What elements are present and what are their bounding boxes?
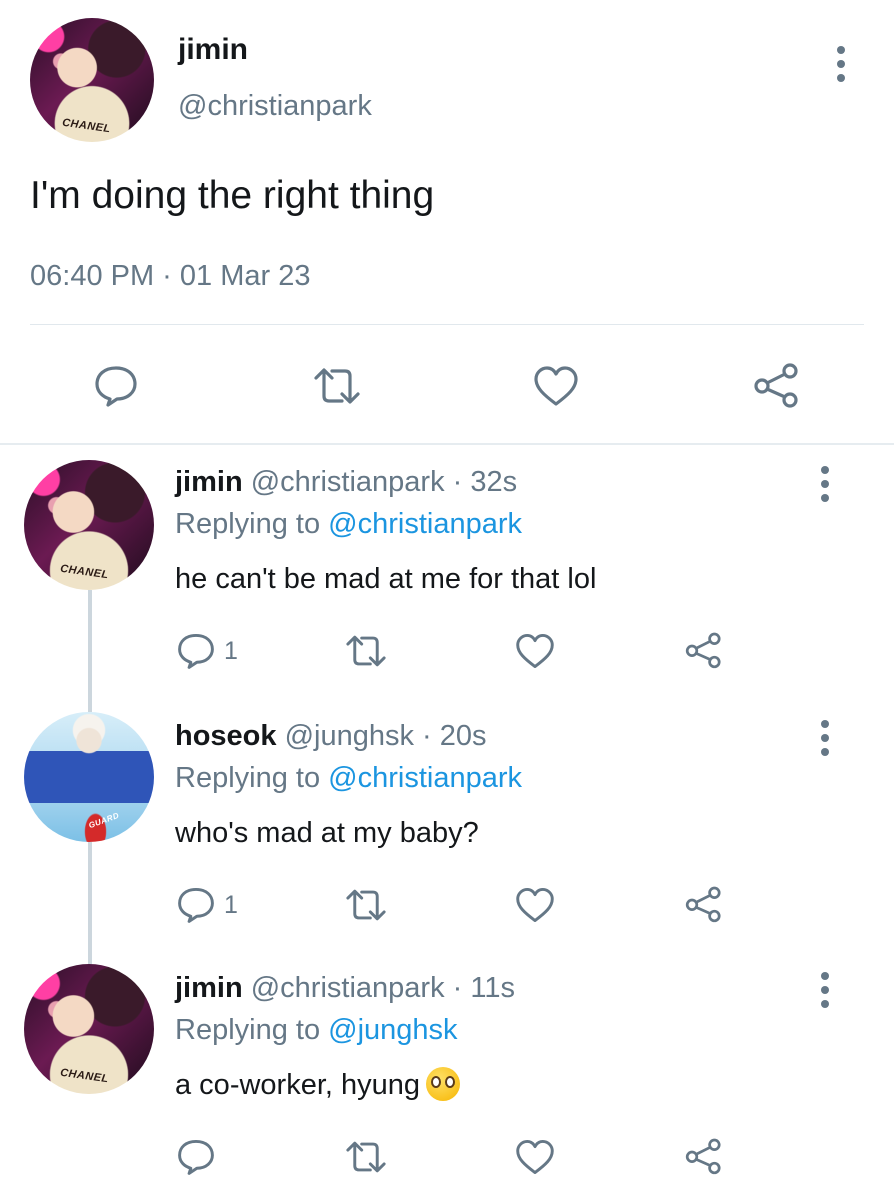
replying-to-prefix: Replying to bbox=[175, 508, 329, 540]
more-vertical-icon[interactable] bbox=[836, 46, 846, 82]
share-icon bbox=[754, 363, 798, 408]
retweet-icon bbox=[346, 1141, 386, 1173]
replying-to-handle[interactable]: @junghsk bbox=[328, 1014, 457, 1046]
reply-count: 1 bbox=[224, 890, 238, 919]
divider bbox=[30, 324, 864, 325]
reply-like-button[interactable] bbox=[514, 886, 556, 924]
avatar-label: CHANEL bbox=[59, 1066, 110, 1086]
reply-meta: @junghsk · 20s bbox=[284, 720, 487, 752]
reply-share-button[interactable] bbox=[684, 1136, 724, 1176]
reply-like-button[interactable] bbox=[514, 632, 556, 670]
main-timestamp: 06:40 PM · 01 Mar 23 bbox=[30, 260, 311, 292]
replying-to: Replying to @christianpark bbox=[175, 506, 522, 542]
more-vertical-icon[interactable] bbox=[820, 466, 830, 502]
heart-icon bbox=[516, 1139, 554, 1175]
reply-count: 1 bbox=[224, 636, 238, 665]
reply-header: jimin @christianpark · 32s bbox=[175, 464, 517, 500]
thread-line bbox=[88, 842, 92, 964]
reply-retweet-button[interactable] bbox=[342, 1138, 390, 1176]
main-author-name[interactable]: jimin bbox=[178, 32, 248, 68]
reply-meta: @christianpark · 32s bbox=[250, 466, 518, 498]
share-icon bbox=[685, 886, 721, 923]
reply-retweet-button[interactable] bbox=[342, 886, 390, 924]
main-retweet-button[interactable] bbox=[310, 364, 364, 408]
heart-icon bbox=[516, 633, 554, 669]
more-vertical-icon[interactable] bbox=[820, 972, 830, 1008]
replying-to: Replying to @junghsk bbox=[175, 1012, 458, 1048]
main-share-button[interactable] bbox=[752, 362, 802, 408]
avatar-label: GUARD bbox=[87, 810, 121, 831]
replying-to-prefix: Replying to bbox=[175, 1014, 329, 1046]
reply-author-name[interactable]: jimin bbox=[175, 972, 243, 1004]
reply-text: he can't be mad at me for that lol bbox=[175, 563, 597, 595]
main-tweet-text: I'm doing the right thing bbox=[30, 174, 435, 217]
avatar-label: CHANEL bbox=[61, 116, 112, 136]
reply-author-name[interactable]: hoseok bbox=[175, 720, 277, 752]
main-reply-button[interactable] bbox=[93, 364, 139, 408]
retweet-icon bbox=[314, 368, 360, 404]
share-icon bbox=[685, 632, 721, 669]
heart-icon bbox=[534, 366, 578, 406]
reply-header: hoseok @junghsk · 20s bbox=[175, 718, 487, 754]
reply-share-button[interactable] bbox=[684, 630, 724, 670]
reply-icon bbox=[178, 1139, 214, 1175]
reply-reply-button[interactable]: 1 bbox=[176, 886, 238, 924]
reply-text-content: a co-worker, hyung bbox=[175, 1069, 421, 1101]
reply-header: jimin @christianpark · 11s bbox=[175, 970, 515, 1006]
main-like-button[interactable] bbox=[532, 364, 580, 408]
reply-reply-button[interactable] bbox=[176, 1138, 216, 1176]
share-icon bbox=[685, 1138, 721, 1175]
section-divider bbox=[0, 443, 894, 445]
reply-text: a co-worker, hyung bbox=[175, 1066, 461, 1104]
pleading-face-emoji bbox=[426, 1067, 461, 1101]
thread-line bbox=[88, 590, 92, 712]
reply-icon bbox=[178, 633, 214, 669]
replying-to-handle[interactable]: @christianpark bbox=[328, 508, 522, 540]
main-avatar[interactable]: CHANEL bbox=[30, 18, 154, 142]
replying-to-handle[interactable]: @christianpark bbox=[328, 762, 522, 794]
reply-share-button[interactable] bbox=[684, 884, 724, 924]
retweet-icon bbox=[346, 635, 386, 667]
reply-like-button[interactable] bbox=[514, 1138, 556, 1176]
more-vertical-icon[interactable] bbox=[820, 720, 830, 756]
reply-author-name[interactable]: jimin bbox=[175, 466, 243, 498]
reply-icon bbox=[178, 887, 214, 923]
replying-to: Replying to @christianpark bbox=[175, 760, 522, 796]
reply-avatar[interactable]: CHANEL bbox=[24, 460, 154, 590]
reply-avatar[interactable]: GUARD bbox=[24, 712, 154, 842]
reply-avatar[interactable]: CHANEL bbox=[24, 964, 154, 1094]
main-author-handle[interactable]: @christianpark bbox=[178, 88, 372, 124]
reply-reply-button[interactable]: 1 bbox=[176, 632, 238, 670]
reply-retweet-button[interactable] bbox=[342, 632, 390, 670]
reply-icon bbox=[95, 366, 137, 407]
avatar-label: CHANEL bbox=[59, 562, 110, 582]
retweet-icon bbox=[346, 889, 386, 921]
replying-to-prefix: Replying to bbox=[175, 762, 329, 794]
heart-icon bbox=[516, 887, 554, 923]
reply-meta: @christianpark · 11s bbox=[250, 972, 515, 1004]
reply-text: who's mad at my baby? bbox=[175, 817, 479, 849]
